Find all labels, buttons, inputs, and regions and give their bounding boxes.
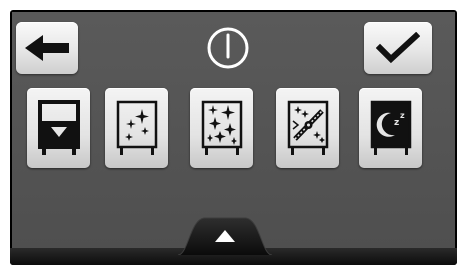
svg-text:z: z [400, 111, 405, 120]
power-icon[interactable] [204, 24, 252, 72]
program-button-drain[interactable] [27, 88, 90, 168]
confirm-button[interactable] [364, 22, 432, 74]
oven-sparkle-intensive-icon [201, 100, 242, 155]
oven-fan-sparkle-icon [287, 100, 328, 155]
program-button-sparkle[interactable] [105, 88, 168, 168]
back-button[interactable] [16, 22, 78, 74]
arrow-left-icon [25, 35, 69, 61]
program-button-intensive-sparkle[interactable] [190, 88, 253, 168]
expand-up-tab[interactable] [178, 208, 272, 255]
program-button-fan-sparkle[interactable] [276, 88, 339, 168]
svg-text:z: z [394, 118, 399, 128]
checkmark-icon [376, 32, 420, 64]
program-button-sleep[interactable]: z z [359, 88, 422, 168]
oven-drain-icon [37, 100, 80, 155]
oven-sparkle-icon [116, 100, 157, 155]
oven-sleep-icon: z z [370, 100, 411, 155]
